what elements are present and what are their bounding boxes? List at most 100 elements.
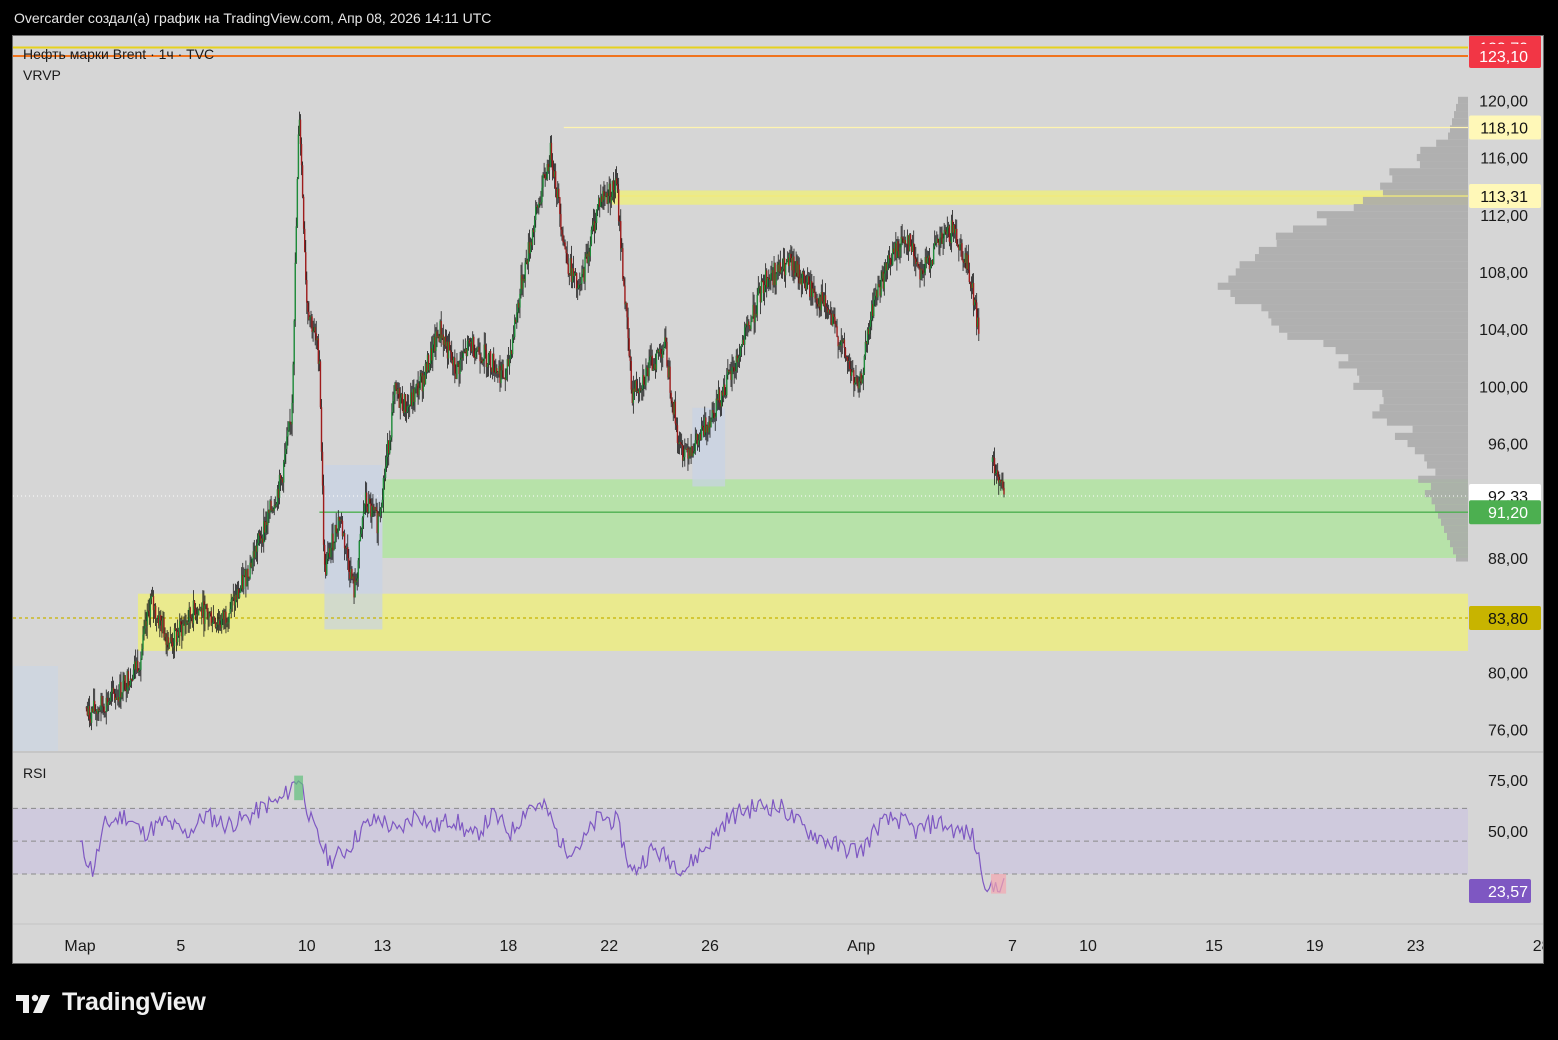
candle-body bbox=[995, 473, 996, 474]
candle-body bbox=[899, 247, 900, 256]
candle-body bbox=[321, 407, 322, 452]
candle-body bbox=[738, 358, 739, 362]
candle-body bbox=[782, 269, 783, 271]
candle-body bbox=[596, 210, 597, 223]
candle-body bbox=[975, 300, 976, 303]
vrvp-bar bbox=[1354, 204, 1468, 211]
candle-body bbox=[227, 623, 228, 624]
candle-body bbox=[731, 367, 732, 380]
candle-body bbox=[212, 623, 213, 625]
candle-body bbox=[286, 436, 287, 448]
candle-body bbox=[206, 604, 207, 611]
candle-body bbox=[110, 693, 111, 701]
candle-body bbox=[198, 610, 199, 616]
candle-body bbox=[595, 223, 596, 231]
candle-body bbox=[311, 316, 312, 332]
candle-body bbox=[887, 263, 888, 270]
price-badge-label: 113,31 bbox=[1480, 189, 1528, 206]
candle-body bbox=[86, 707, 87, 708]
candle-body bbox=[330, 548, 331, 557]
x-tick-label: 10 bbox=[298, 938, 316, 955]
candle-body bbox=[475, 351, 476, 358]
candle-body bbox=[169, 643, 170, 647]
candle-body bbox=[221, 619, 222, 628]
candle-body bbox=[870, 320, 871, 327]
candle-body bbox=[288, 421, 289, 430]
candle-body bbox=[666, 342, 667, 366]
vrvp-bar bbox=[1276, 233, 1468, 240]
x-tick-label: 19 bbox=[1306, 938, 1324, 955]
candle-body bbox=[918, 266, 919, 267]
candle-body bbox=[978, 318, 979, 334]
candle-body bbox=[194, 601, 195, 610]
vrvp-bar bbox=[1431, 483, 1468, 490]
y-tick-label: 76,00 bbox=[1488, 723, 1528, 740]
candle-body bbox=[962, 260, 963, 262]
price-badge-label: 123,10 bbox=[1479, 49, 1528, 66]
tradingview-logo[interactable]: TradingView bbox=[16, 988, 206, 1017]
candle-body bbox=[190, 608, 191, 618]
candle-body bbox=[764, 285, 765, 293]
vrvp-bar bbox=[1271, 318, 1468, 325]
candle-body bbox=[813, 289, 814, 293]
candle-body bbox=[758, 288, 759, 294]
vrvp-bar bbox=[1415, 447, 1468, 454]
candle-body bbox=[806, 282, 807, 289]
chart-frame[interactable]: 76,0080,0084,0088,0092,0096,00100,00104,… bbox=[12, 35, 1544, 964]
candle-body bbox=[618, 189, 619, 221]
candle-body bbox=[359, 541, 360, 560]
vrvp-bar bbox=[1450, 125, 1468, 132]
candle-body bbox=[297, 179, 298, 226]
candle-body bbox=[540, 202, 541, 204]
x-tick-label: 10 bbox=[1079, 938, 1097, 955]
candle-body bbox=[232, 598, 233, 599]
vrvp-bar bbox=[1279, 326, 1468, 333]
vrvp-bar bbox=[1413, 426, 1468, 433]
candle-body bbox=[959, 244, 960, 250]
candle-body bbox=[584, 257, 585, 282]
candle-body bbox=[833, 314, 834, 317]
candle-body bbox=[240, 588, 241, 592]
price-badge-91-20: 91,20 bbox=[1469, 500, 1541, 524]
candle-body bbox=[628, 338, 629, 356]
y-tick-label: 112,00 bbox=[1480, 208, 1528, 225]
candle-body bbox=[231, 599, 232, 609]
vrvp-bar bbox=[1408, 440, 1468, 447]
candle-body bbox=[937, 239, 938, 243]
candle-body bbox=[607, 196, 608, 203]
y-tick-label: 104,00 bbox=[1479, 322, 1528, 339]
candle-body bbox=[451, 352, 452, 360]
legend-symbol: Нефть марки Brent · 1ч · TVC bbox=[23, 46, 214, 62]
candle-body bbox=[488, 354, 489, 364]
candle-body bbox=[296, 226, 297, 262]
vrvp-bar bbox=[1435, 469, 1468, 476]
candle-body bbox=[552, 160, 553, 170]
candle-body bbox=[295, 263, 296, 321]
candle-body bbox=[357, 578, 358, 582]
candle-body bbox=[712, 410, 713, 413]
candle-body bbox=[748, 321, 749, 325]
vrvp-bar bbox=[1268, 311, 1468, 318]
vrvp-bar bbox=[1235, 297, 1468, 304]
candle-body bbox=[175, 628, 176, 630]
candle-body bbox=[750, 322, 751, 329]
candle-body bbox=[305, 252, 306, 280]
candle-body bbox=[141, 649, 142, 658]
candle-body bbox=[836, 326, 837, 337]
vrvp-bar bbox=[1353, 383, 1468, 390]
chart-canvas[interactable]: 76,0080,0084,0088,0092,0096,00100,00104,… bbox=[13, 36, 1543, 963]
vrvp-bar bbox=[1447, 533, 1468, 540]
candle-body bbox=[369, 499, 370, 504]
y-tick-label: 100,00 bbox=[1479, 379, 1528, 396]
vrvp-bar bbox=[1450, 540, 1468, 547]
vrvp-bar bbox=[1441, 519, 1468, 526]
candle-body bbox=[139, 670, 140, 671]
candle-body bbox=[873, 300, 874, 316]
candle-body bbox=[710, 419, 711, 427]
candle-body bbox=[449, 342, 450, 351]
candle-body bbox=[863, 373, 864, 379]
candle-body bbox=[284, 454, 285, 462]
vrvp-bar bbox=[1380, 404, 1468, 411]
vrvp-bar bbox=[1452, 118, 1468, 125]
candle-body bbox=[648, 360, 649, 376]
